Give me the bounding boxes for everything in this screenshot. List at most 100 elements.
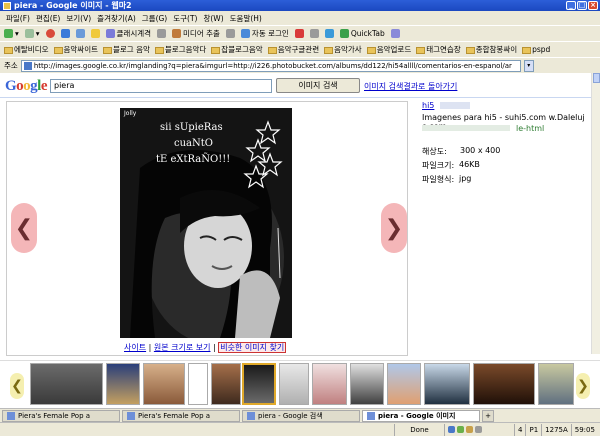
menu-edit[interactable]: 편집(E) (36, 13, 60, 24)
stop-icon[interactable] (45, 29, 55, 38)
minimize-button[interactable]: _ (566, 1, 576, 10)
format-label: 파일형식: (422, 175, 455, 184)
menu-help[interactable]: 도움말(H) (230, 13, 262, 24)
thumbnail[interactable] (387, 363, 421, 405)
youtube-icon[interactable] (294, 29, 304, 38)
browser-tab[interactable]: piera - Google 검색 (242, 409, 360, 422)
thumbnail[interactable] (279, 363, 309, 405)
toolbar-clock-button[interactable]: 클래시계격 (105, 28, 151, 39)
image-tool-icon[interactable] (309, 29, 319, 38)
status-icons (444, 423, 514, 436)
menu-file[interactable]: 파일(F) (6, 13, 30, 24)
scrollbar-thumb[interactable] (593, 73, 600, 83)
menubar: 파일(F) 편집(E) 보기(V) 즐겨찾기(A) 그룹(G) 도구(T) 창(… (0, 11, 600, 25)
header-divider (0, 97, 591, 98)
thumbnail[interactable] (30, 363, 103, 405)
bookmark-item[interactable]: 음악싸이트 (53, 44, 98, 55)
image-caption-line: tE eXtRaÑO!!! (156, 154, 231, 165)
menu-window[interactable]: 창(W) (203, 13, 223, 24)
favorites-star-icon[interactable] (90, 29, 100, 38)
browser-tab-bar: Piera's Female Pop a Piera's Female Pop … (0, 408, 600, 422)
resolution-label: 해상도: (422, 147, 447, 156)
page-icon[interactable] (225, 29, 235, 38)
main-toolbar: ▾ ▾ 클래시계격 미디어 추출 자동 로그인 QuickTab (0, 25, 600, 41)
browser-tab[interactable]: Piera's Female Pop a (2, 409, 120, 422)
tab-favicon-icon (247, 411, 255, 420)
refresh-icon[interactable] (60, 29, 70, 38)
prev-image-arrow[interactable]: ❮ (11, 203, 37, 253)
next-image-arrow[interactable]: ❯ (381, 203, 407, 253)
search-input[interactable]: piera (50, 79, 272, 93)
bookmark-item[interactable]: 음악구글관련 (267, 44, 319, 55)
site-link[interactable]: 사이트 (124, 343, 146, 352)
folder-icon (103, 46, 112, 54)
new-tab-button[interactable]: + (482, 409, 494, 422)
quicktab-button[interactable]: QuickTab (339, 29, 385, 38)
bookmark-item[interactable]: 에탈비디오 (4, 44, 49, 55)
browser-tab[interactable]: Piera's Female Pop a (122, 409, 240, 422)
thumbnail[interactable] (312, 363, 347, 405)
format-value: jpg (459, 174, 472, 183)
thumbnail[interactable] (211, 363, 241, 405)
clock-icon (105, 29, 115, 38)
maximize-button[interactable]: □ (577, 1, 587, 10)
bookmark-item[interactable]: 잡블로그음악 (211, 44, 263, 55)
thumbnail[interactable] (350, 363, 384, 405)
back-button[interactable]: ▾ (4, 29, 19, 38)
menu-tools[interactable]: 도구(T) (173, 13, 197, 24)
thumbnail[interactable] (473, 363, 535, 405)
vertical-scrollbar[interactable] (591, 73, 600, 354)
blurred-url (422, 125, 510, 131)
url-dropdown-button[interactable]: ▾ (523, 59, 534, 72)
folder-icon (211, 46, 221, 54)
close-button[interactable]: × (588, 1, 598, 10)
bookmark-item[interactable]: 태그연습장 (416, 44, 461, 55)
tool-icon[interactable] (157, 29, 167, 38)
folder-icon (465, 46, 475, 54)
filesize-label: 파일크기: (422, 161, 455, 170)
bookmark-item[interactable]: pspd (522, 45, 550, 54)
bookmark-item[interactable]: 음악업로드 (366, 44, 411, 55)
image-search-button[interactable]: 이미지 검색 (276, 78, 360, 93)
thumbnail[interactable] (106, 363, 140, 405)
mail-icon[interactable] (324, 29, 334, 38)
google-logo[interactable]: Google (5, 78, 48, 95)
preview-image[interactable]: Jolly sii sUpieRas cuaNtO tE eXtRaÑO!!! (120, 108, 292, 338)
bookmark-item[interactable]: 블로그 음악 (103, 44, 150, 55)
full-size-link[interactable]: 원본 크기로 보기 (154, 343, 211, 352)
auto-login-button[interactable]: 자동 로그인 (240, 28, 289, 39)
menu-favorites[interactable]: 즐겨찾기(A) (97, 13, 136, 24)
bookmark-item[interactable]: 음악가사 (324, 44, 362, 55)
url-field[interactable]: http://images.google.co.kr/imglanding?q=… (20, 59, 521, 72)
thumbnail[interactable] (143, 363, 185, 405)
source-site-link[interactable]: hi5 (422, 101, 434, 110)
thumbnail[interactable] (424, 363, 470, 405)
status-code: 1275A (541, 423, 571, 436)
back-to-results-link[interactable]: 이미지 검색결과로 돌아가기 (364, 81, 457, 92)
browser-tab-active[interactable]: piera - Google 이미지 (362, 409, 480, 422)
status-spacer (0, 424, 394, 436)
home-icon[interactable] (75, 29, 85, 38)
filmstrip-prev-arrow[interactable]: ❮ (10, 373, 24, 399)
tab-favicon-icon (7, 411, 15, 420)
thumbnail[interactable] (188, 363, 208, 405)
thumbnail-selected[interactable] (242, 363, 276, 405)
forward-button[interactable]: ▾ (24, 29, 40, 38)
bookmark-item[interactable]: 종합참봉싸이 (465, 44, 517, 55)
back-icon (4, 29, 13, 38)
image-tag: Jolly (124, 110, 137, 117)
media-extract-button[interactable]: 미디어 추출 (172, 28, 220, 39)
image-caption-line: sii sUpieRas (160, 122, 223, 133)
menu-view[interactable]: 보기(V) (66, 13, 91, 24)
filesize-value: 46KB (459, 160, 480, 169)
bookmark-item[interactable]: 블로그음악다 (154, 44, 206, 55)
similar-images-link[interactable]: 비슷한 이미지 찾기 (218, 342, 287, 353)
quicktab-icon (339, 29, 349, 38)
extra-tool-icon[interactable] (390, 29, 400, 38)
filmstrip-next-arrow[interactable]: ❯ (576, 373, 590, 399)
forward-icon (24, 29, 34, 38)
window-titlebar: piera - Google 이미지 - 웹마2 _ □ × (0, 0, 600, 11)
menu-group[interactable]: 그룹(G) (142, 13, 167, 24)
thumbnail[interactable] (538, 363, 574, 405)
popup-icon (457, 426, 464, 433)
